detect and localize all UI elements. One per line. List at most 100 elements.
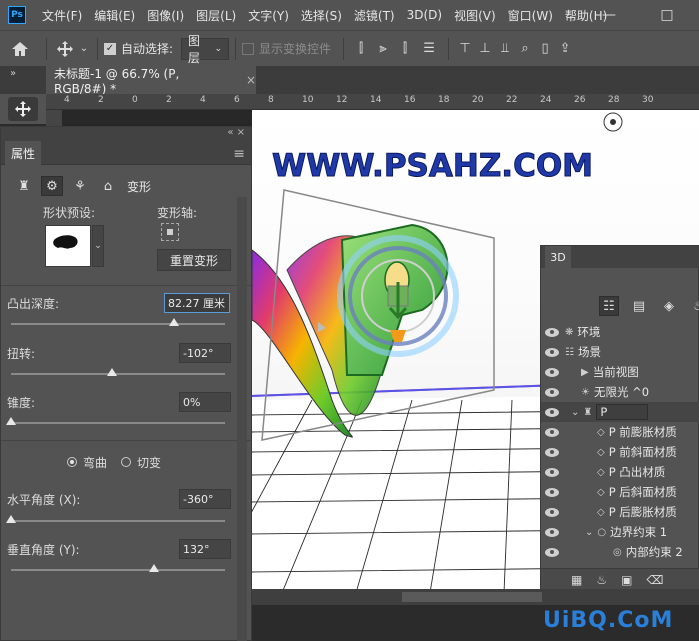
minimize-button[interactable]: — (592, 0, 626, 30)
tree-row-p[interactable]: ⌄ ♜ P (541, 402, 699, 422)
menu-layer[interactable]: 图层(L) (190, 7, 242, 24)
mesh-filter-icon[interactable]: ▤ (629, 296, 649, 316)
scene-filter-icon[interactable]: ☷ (599, 296, 619, 316)
extrude-depth-slider[interactable] (11, 318, 225, 326)
home-icon[interactable] (0, 41, 40, 57)
eye-icon[interactable] (545, 327, 559, 337)
tree-row-material[interactable]: ◇ P 凸出材质 (541, 462, 699, 482)
slider-thumb[interactable] (107, 368, 117, 376)
properties-tabs: ♜ ⚙ ⚘ ⌂ 变形 (13, 175, 151, 197)
delete-icon[interactable]: ⌫ (646, 573, 663, 587)
align-top-icon[interactable]: ⊤ (455, 41, 475, 56)
horizontal-angle-slider[interactable] (6, 515, 225, 523)
tree-row-environment[interactable]: ❋ 环境 (541, 322, 699, 342)
properties-scrollbar[interactable] (237, 197, 247, 641)
tree-row-infinite-light[interactable]: ☀ 无限光 ^0 (541, 382, 699, 402)
eye-icon[interactable] (545, 487, 559, 497)
eye-icon[interactable] (545, 367, 559, 377)
tree-row-material[interactable]: ◇ P 后斜面材质 (541, 482, 699, 502)
eye-icon[interactable] (545, 387, 559, 397)
panel-collapse-close[interactable]: « × (227, 127, 245, 138)
taper-field[interactable]: 0% (179, 392, 231, 412)
scrollbar-thumb[interactable] (402, 592, 542, 602)
menu-select[interactable]: 选择(S) (295, 7, 348, 24)
tree-row-constraint[interactable]: ⌄ ○ 边界约束 1 (541, 522, 699, 542)
document-tab[interactable]: 未标题-1 @ 66.7% (P, RGB/8#) * × (46, 66, 256, 96)
tree-row-material[interactable]: ◇ P 前斜面材质 (541, 442, 699, 462)
menu-image[interactable]: 图像(I) (141, 7, 190, 24)
deform-tab-icon[interactable]: ⚙ (41, 176, 63, 196)
menu-3d[interactable]: 3D(D) (401, 8, 448, 22)
reset-deformation-button[interactable]: 重置变形 (157, 249, 231, 271)
tree-row-material[interactable]: ◇ P 后膨胀材质 (541, 502, 699, 522)
taper-slider[interactable] (6, 417, 225, 425)
eye-icon[interactable] (545, 407, 559, 417)
align-left-icon[interactable]: ⫿ (350, 41, 372, 56)
chevron-down-icon[interactable]: ⌄ (585, 527, 593, 538)
render-icon[interactable]: ▣ (621, 573, 632, 587)
menu-type[interactable]: 文字(Y) (242, 7, 295, 24)
align-middle-icon[interactable]: ⊥ (475, 41, 495, 56)
panel-collapse-icon[interactable]: » (10, 68, 16, 79)
auto-select-target-dropdown[interactable]: 图层 ⌄ (181, 34, 230, 65)
eye-icon[interactable] (545, 527, 559, 537)
menu-filter[interactable]: 滤镜(T) (348, 7, 401, 24)
vertical-angle-field[interactable]: 132° (179, 539, 231, 559)
auto-select-checkbox[interactable]: ✓ (104, 42, 116, 55)
eye-icon[interactable] (545, 507, 559, 517)
show-transform-checkbox[interactable] (242, 42, 255, 55)
tree-row-material[interactable]: ◇ P 前膨胀材质 (541, 422, 699, 442)
menu-window[interactable]: 窗口(W) (502, 7, 559, 24)
panel-layout-icon[interactable]: ▯ (535, 41, 555, 56)
horizontal-scrollbar[interactable] (252, 589, 699, 605)
bend-radio[interactable] (67, 457, 77, 467)
vertical-angle-slider[interactable] (11, 564, 225, 572)
tree-row-current-view[interactable]: ▶ 当前视图 (541, 362, 699, 382)
close-icon[interactable]: × (246, 73, 256, 87)
cap-tab-icon[interactable]: ⚘ (69, 176, 91, 196)
twist-slider[interactable] (11, 368, 225, 376)
maximize-button[interactable]: □ (650, 0, 684, 30)
extrude-depth-field[interactable]: 82.27 厘米 (164, 293, 230, 313)
eye-icon[interactable] (545, 347, 559, 357)
align-bottom-icon[interactable]: ⫫ (495, 41, 515, 56)
slider-thumb[interactable] (6, 417, 16, 425)
move-tool-icon[interactable] (53, 40, 77, 57)
shape-preset-thumbnail[interactable] (45, 225, 91, 267)
transform-axis-icon[interactable] (161, 223, 179, 241)
search-icon[interactable]: ⌕ (515, 41, 535, 56)
coordinates-tab-icon[interactable]: ⌂ (97, 176, 119, 196)
menu-file[interactable]: 文件(F) (36, 7, 88, 24)
eye-icon[interactable] (545, 447, 559, 457)
light-add-icon[interactable]: ♨ (596, 573, 607, 587)
twist-field[interactable]: -102° (179, 343, 231, 363)
properties-title[interactable]: 属性 (5, 141, 42, 165)
horizontal-angle-field[interactable]: -360° (179, 489, 231, 509)
menu-view[interactable]: 视图(V) (448, 7, 502, 24)
tree-row-scene[interactable]: ☷ 场景 (541, 342, 699, 362)
slider-thumb[interactable] (149, 564, 159, 572)
divider (1, 440, 251, 441)
mesh-tab-icon[interactable]: ♜ (13, 176, 35, 196)
chevron-down-icon[interactable]: ⌄ (571, 407, 579, 418)
shear-radio[interactable] (121, 457, 131, 467)
light-filter-icon[interactable]: ♨ (689, 296, 699, 316)
align-right-icon[interactable]: ⫿ (394, 41, 416, 56)
material-filter-icon[interactable]: ◈ (659, 296, 679, 316)
eye-icon[interactable] (545, 547, 559, 557)
eye-icon[interactable] (545, 467, 559, 477)
tree-row-constraint[interactable]: ◎ 内部约束 2 (541, 542, 699, 562)
move-tool-button[interactable] (8, 97, 38, 121)
align-center-icon[interactable]: ⫸ (372, 41, 394, 56)
share-icon[interactable]: ⇪ (555, 41, 575, 56)
menu-edit[interactable]: 编辑(E) (88, 7, 141, 24)
hamburger-menu-icon[interactable]: ≡ (233, 146, 245, 162)
mesh-add-icon[interactable]: ▦ (571, 573, 582, 587)
chevron-down-icon[interactable]: ⌄ (77, 43, 91, 54)
3d-panel-title[interactable]: 3D (545, 246, 571, 268)
chevron-down-icon[interactable]: ⌄ (92, 225, 104, 267)
distribute-icon[interactable]: ☰ (416, 41, 442, 56)
slider-thumb[interactable] (6, 515, 16, 523)
slider-thumb[interactable] (169, 318, 179, 326)
eye-icon[interactable] (545, 427, 559, 437)
